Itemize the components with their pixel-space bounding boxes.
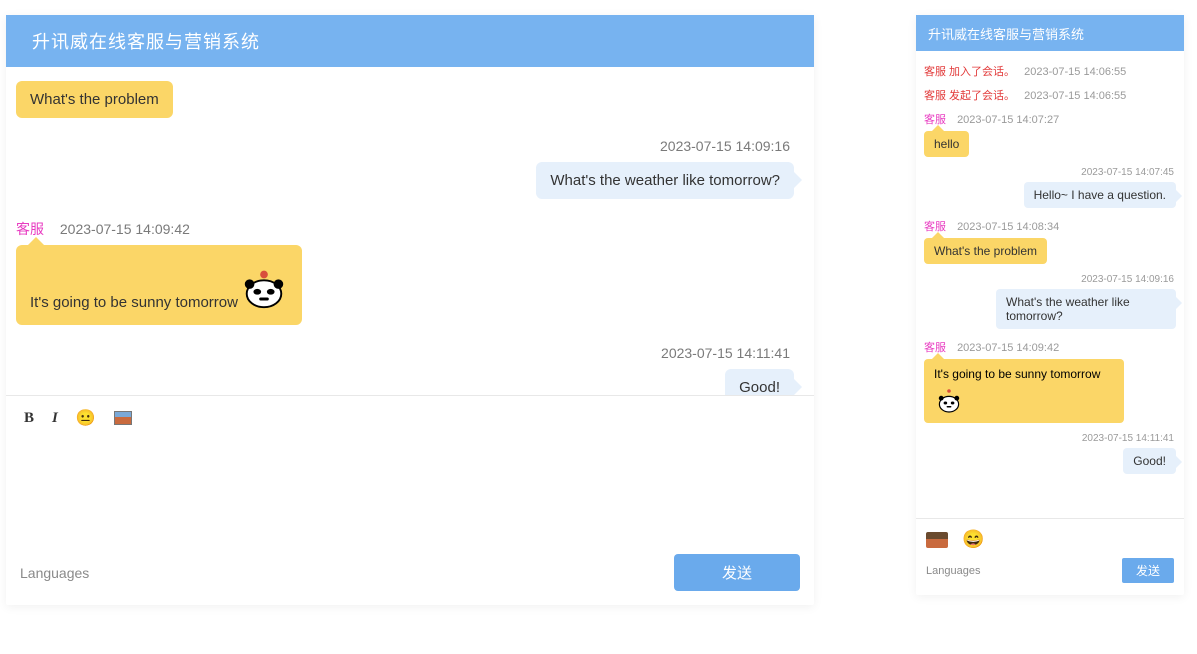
message-agent: 客服 2023-07-15 14:08:34 What's the proble… (924, 218, 1176, 264)
panda-sticker-icon (934, 385, 964, 415)
left-header: 升讯威在线客服与营销系统 (6, 15, 814, 67)
right-title: 升讯威在线客服与营销系统 (928, 24, 1084, 43)
image-button[interactable] (926, 532, 948, 548)
system-message: 客服 发起了会话。 2023-07-15 14:06:55 (924, 87, 1176, 103)
emoji-button[interactable]: 😐 (76, 408, 96, 428)
languages-link[interactable]: Languages (926, 565, 980, 577)
system-message: 客服 加入了会话。 2023-07-15 14:06:55 (924, 63, 1176, 79)
message-text: Good! (739, 379, 780, 395)
message-text: Good! (1133, 454, 1166, 468)
message-text: What's the problem (30, 91, 159, 108)
agent-name: 客服 (16, 221, 44, 237)
message-timestamp: 2023-07-15 14:07:45 (924, 167, 1176, 178)
message-bubble: Good! (1123, 448, 1176, 474)
message-header: 客服 2023-07-15 14:07:27 (924, 111, 1176, 127)
right-header: 升讯威在线客服与营销系统 (916, 15, 1184, 51)
right-toolbar: 😄 (916, 518, 1184, 554)
emoji-button[interactable]: 😄 (962, 529, 984, 550)
message-agent: What's the problem (16, 81, 794, 118)
system-timestamp: 2023-07-15 14:06:55 (1024, 90, 1126, 102)
right-chat-body[interactable]: 客服 加入了会话。 2023-07-15 14:06:55 客服 发起了会话。 … (916, 51, 1184, 518)
message-agent: 客服 2023-07-15 14:09:42 It's going to be … (16, 219, 794, 325)
italic-button[interactable]: I (52, 410, 58, 427)
bold-button[interactable]: B (24, 410, 34, 427)
message-timestamp: 2023-07-15 14:11:41 (16, 345, 794, 361)
message-header: 客服 2023-07-15 14:09:42 (16, 219, 794, 239)
right-footer: Languages 发送 (916, 554, 1184, 595)
message-visitor: 2023-07-15 14:07:45 Hello~ I have a ques… (924, 167, 1176, 208)
message-text: hello (934, 137, 959, 151)
message-visitor: 2023-07-15 14:09:16 What's the weather l… (924, 274, 1176, 329)
left-footer: Languages 发送 (6, 554, 814, 605)
message-timestamp: 2023-07-15 14:09:16 (16, 138, 794, 154)
message-timestamp: 2023-07-15 14:09:42 (957, 342, 1059, 354)
message-timestamp: 2023-07-15 14:09:42 (60, 221, 190, 237)
left-toolbar: B I 😐 (6, 395, 814, 434)
message-visitor: 2023-07-15 14:09:16 What's the weather l… (16, 138, 794, 199)
message-bubble: Hello~ I have a question. (1024, 182, 1176, 208)
left-chat-panel: 升讯威在线客服与营销系统 What's the problem 2023-07-… (6, 15, 814, 605)
message-visitor: 2023-07-15 14:11:41 Good! (16, 345, 794, 395)
message-bubble: It's going to be sunny tomorrow (924, 359, 1124, 423)
message-timestamp: 2023-07-15 14:07:27 (957, 114, 1059, 126)
image-button[interactable] (114, 411, 132, 425)
message-bubble: What's the problem (16, 81, 173, 118)
send-button[interactable]: 发送 (1122, 558, 1174, 583)
message-text: Hello~ I have a question. (1034, 188, 1166, 202)
send-button[interactable]: 发送 (674, 554, 800, 591)
message-header: 客服 2023-07-15 14:09:42 (924, 339, 1176, 355)
message-bubble: hello (924, 131, 969, 157)
message-timestamp: 2023-07-15 14:08:34 (957, 221, 1059, 233)
system-text: 客服 加入了会话。 (924, 66, 1015, 78)
message-bubble: Good! (725, 369, 794, 395)
message-bubble: What's the weather like tomorrow? (996, 289, 1176, 329)
message-agent: 客服 2023-07-15 14:07:27 hello (924, 111, 1176, 157)
message-timestamp: 2023-07-15 14:09:16 (924, 274, 1176, 285)
message-header: 客服 2023-07-15 14:08:34 (924, 218, 1176, 234)
message-text: It's going to be sunny tomorrow (30, 294, 238, 311)
message-text: It's going to be sunny tomorrow (934, 367, 1100, 381)
message-text: What's the weather like tomorrow? (550, 172, 780, 189)
message-bubble: What's the weather like tomorrow? (536, 162, 794, 199)
message-agent: 客服 2023-07-15 14:09:42 It's going to be … (924, 339, 1176, 423)
right-chat-panel: 升讯威在线客服与营销系统 客服 加入了会话。 2023-07-15 14:06:… (916, 15, 1184, 595)
left-chat-body[interactable]: What's the problem 2023-07-15 14:09:16 W… (6, 67, 814, 395)
system-text: 客服 发起了会话。 (924, 90, 1015, 102)
message-text: What's the weather like tomorrow? (1006, 295, 1130, 323)
message-input[interactable] (24, 434, 796, 504)
message-text: What's the problem (934, 244, 1037, 258)
left-input-area (6, 434, 814, 554)
message-timestamp: 2023-07-15 14:11:41 (924, 433, 1176, 444)
left-title: 升讯威在线客服与营销系统 (32, 28, 260, 54)
message-bubble: What's the problem (924, 238, 1047, 264)
message-bubble: It's going to be sunny tomorrow (16, 245, 302, 325)
languages-link[interactable]: Languages (20, 565, 89, 581)
system-timestamp: 2023-07-15 14:06:55 (1024, 66, 1126, 78)
panda-sticker-icon (240, 263, 288, 311)
message-visitor: 2023-07-15 14:11:41 Good! (924, 433, 1176, 474)
